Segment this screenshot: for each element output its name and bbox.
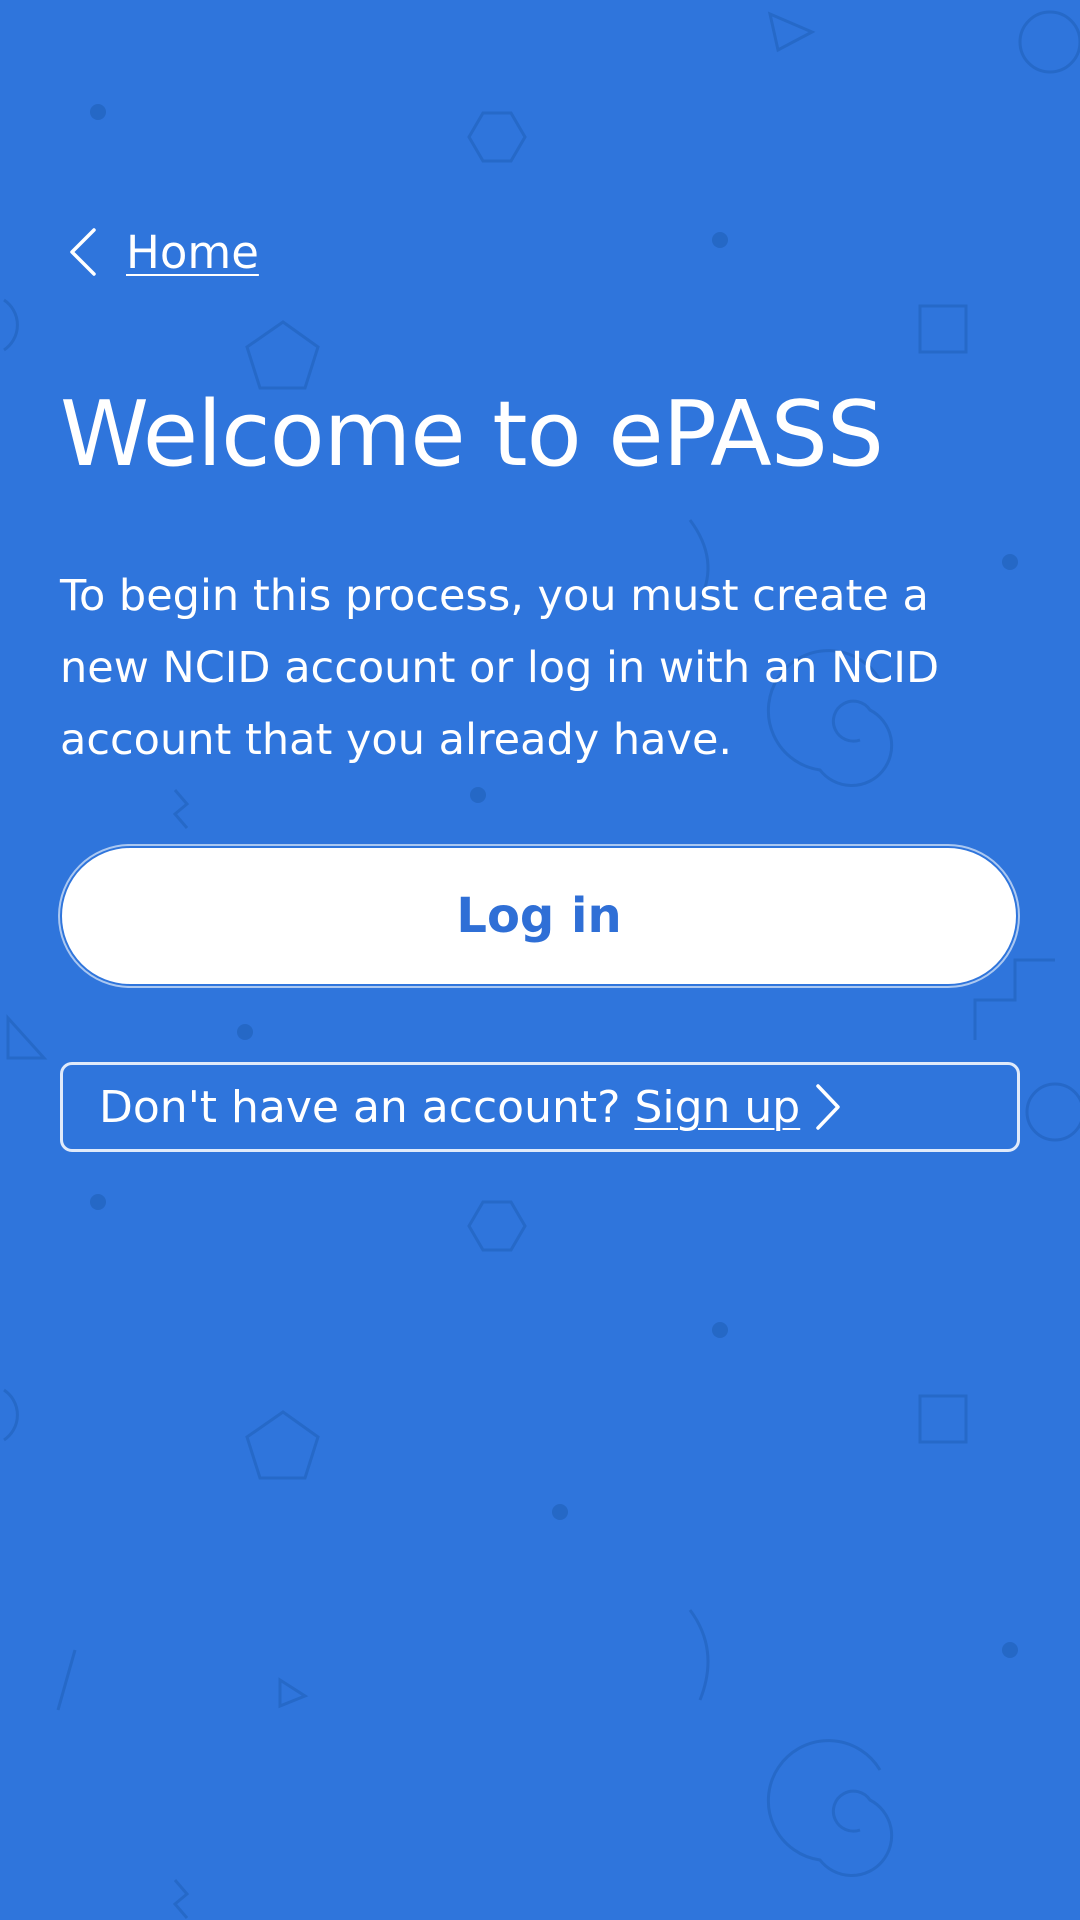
signup-prompt-box: Don't have an account? Sign up bbox=[60, 1062, 1020, 1152]
page-title: Welcome to ePASS bbox=[60, 382, 884, 487]
login-button[interactable]: Log in bbox=[62, 848, 1016, 984]
signup-link[interactable]: Sign up bbox=[634, 1082, 842, 1133]
intro-text: To begin this process, you must create a… bbox=[60, 571, 940, 765]
signup-prompt-text: Don't have an account? bbox=[99, 1081, 635, 1133]
chevron-right-icon bbox=[816, 1084, 840, 1130]
signup-link-label: Sign up bbox=[634, 1081, 801, 1133]
chevron-left-icon bbox=[70, 228, 96, 276]
home-back-link[interactable]: Home bbox=[66, 220, 259, 284]
home-link-label: Home bbox=[126, 225, 259, 279]
